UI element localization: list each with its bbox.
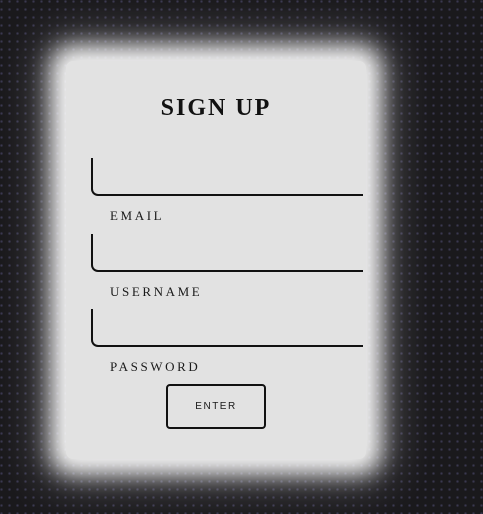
email-input[interactable] bbox=[99, 162, 358, 192]
username-field[interactable] bbox=[91, 234, 363, 272]
form-title: SIGN UP bbox=[160, 95, 272, 121]
password-label: PASSWORD bbox=[110, 359, 201, 374]
username-label: USERNAME bbox=[110, 284, 203, 299]
signup-card: SIGN UP EMAIL USERNAME PASSWORD ENTER bbox=[66, 61, 366, 459]
password-field[interactable] bbox=[91, 309, 363, 347]
password-input[interactable] bbox=[99, 313, 358, 343]
enter-button[interactable]: ENTER bbox=[166, 384, 266, 429]
username-input[interactable] bbox=[99, 238, 358, 268]
email-field[interactable] bbox=[91, 158, 363, 196]
email-label: EMAIL bbox=[110, 208, 165, 223]
